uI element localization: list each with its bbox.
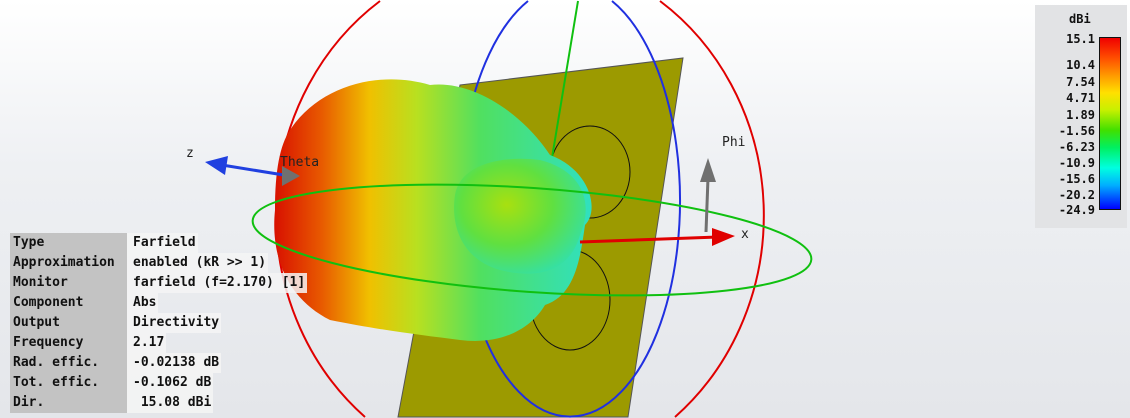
info-value: farfield (f=2.170) [1]: [127, 273, 308, 293]
info-value: enabled (kR >> 1): [127, 253, 269, 273]
phi-label: Phi: [722, 135, 746, 150]
info-row: Frequency 2.17: [10, 333, 307, 353]
info-value: -0.02138 dB: [127, 353, 222, 373]
legend-tick: -20.2: [1058, 188, 1095, 202]
phi-arrow: [704, 177, 710, 233]
info-row: Type Farfield: [10, 233, 307, 253]
x-axis-label: x: [741, 227, 749, 242]
info-value: Directivity: [127, 313, 222, 333]
z-axis-arrowhead: [205, 156, 228, 175]
info-value: -0.1062 dB: [127, 373, 214, 393]
info-row: Dir. 15.08 dBi: [10, 393, 307, 413]
legend-tick: -15.6: [1058, 172, 1095, 186]
legend-tick: 7.54: [1066, 75, 1095, 89]
info-row: Approximation enabled (kR >> 1): [10, 253, 307, 273]
info-label: Dir.: [10, 393, 127, 413]
info-label: Tot. effic.: [10, 373, 127, 393]
info-label: Output: [10, 313, 127, 333]
color-scale-bar: [1099, 37, 1121, 210]
info-row: Output Directivity: [10, 313, 307, 333]
info-value: 2.17: [127, 333, 167, 353]
legend-tick: 1.89: [1066, 108, 1095, 122]
info-label: Type: [10, 233, 127, 253]
x-axis-arrowhead: [712, 228, 735, 246]
phi-arrowhead: [700, 158, 716, 182]
legend-unit: dBi: [1069, 12, 1091, 26]
info-label: Component: [10, 293, 127, 313]
z-axis-label: z: [186, 146, 194, 161]
legend-tick: -10.9: [1058, 156, 1095, 170]
legend-tick: 10.4: [1066, 58, 1095, 72]
legend-tick: 4.71: [1066, 91, 1095, 105]
legend-tick: -1.56: [1058, 124, 1095, 138]
info-row: Rad. effic. -0.02138 dB: [10, 353, 307, 373]
info-value: Abs: [127, 293, 159, 313]
info-label: Rad. effic.: [10, 353, 127, 373]
info-label: Approximation: [10, 253, 127, 273]
info-row: Component Abs: [10, 293, 307, 313]
legend-tick: -24.9: [1058, 203, 1095, 217]
legend-tick: 15.1: [1066, 32, 1095, 46]
info-value: Farfield: [127, 233, 198, 253]
info-value: 15.08 dBi: [127, 393, 214, 413]
theta-label: Theta: [280, 155, 320, 170]
info-row: Tot. effic. -0.1062 dB: [10, 373, 307, 393]
info-label: Frequency: [10, 333, 127, 353]
color-scale-legend: dBi 15.1 10.4 7.54 4.71 1.89 -1.56 -6.23…: [1035, 5, 1127, 228]
info-label: Monitor: [10, 273, 127, 293]
legend-tick: -6.23: [1058, 140, 1095, 154]
info-row: Monitor farfield (f=2.170) [1]: [10, 273, 308, 293]
farfield-info-table: Type Farfield Approximation enabled (kR >>…: [10, 233, 308, 413]
